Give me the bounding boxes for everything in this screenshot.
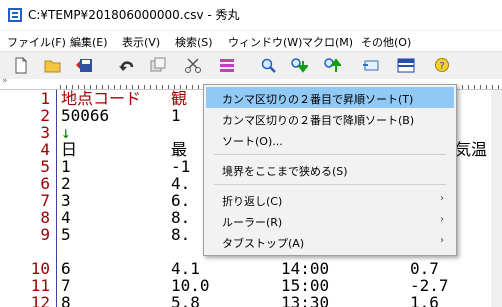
cell-col2: 8. (171, 225, 191, 244)
menu-item-label: ソート(O)... (222, 135, 283, 148)
editor-line: 12 8 5.8 13:30 1.6 (0, 294, 502, 307)
menu-file[interactable]: ファイル(F) (7, 34, 66, 50)
cell-col1: 2 (61, 174, 71, 193)
line-number: 2 (40, 106, 50, 125)
window-title: C:¥TEMP¥201806000000.csv - 秀丸 (28, 8, 240, 22)
cell-col1: 1 (61, 157, 71, 176)
menu-item-tabstop[interactable]: タブストップ(A) › (206, 231, 454, 252)
search-up-icon[interactable] (322, 56, 342, 75)
cell-col2: 4.1 (171, 259, 200, 278)
cell-col3: 15:00 (281, 276, 330, 295)
title-bar: C:¥TEMP¥201806000000.csv - 秀丸 (0, 0, 502, 31)
menu-separator (214, 154, 446, 155)
menu-item-narrow-boundary[interactable]: 境界をここまで狭める(S) (206, 159, 454, 180)
cell-col4: 0.7 (410, 259, 439, 278)
cell-col2: 6. (171, 191, 191, 210)
menu-item-label: タブストップ(A) (222, 237, 305, 250)
menu-window[interactable]: ウィンドウ(W) (228, 34, 302, 50)
cell-col2: 8. (171, 208, 191, 227)
ruler-collapse-mark: » (2, 76, 8, 86)
cell-col2: 1 (171, 106, 181, 125)
line-number: 9 (40, 225, 50, 244)
line-number: 11 (30, 276, 50, 295)
menu-item-label: 折り返し(C) (222, 195, 283, 208)
menu-item-sort-ascending[interactable]: カンマ区切りの２番目で昇順ソート(T) (206, 87, 454, 108)
split-window-icon[interactable] (396, 56, 416, 75)
cell-col1: 6 (61, 259, 71, 278)
menu-item-label: 境界をここまで狭める(S) (222, 165, 348, 178)
menu-item-sort[interactable]: ソート(O)... (206, 129, 454, 150)
cell-col1: 5 (61, 225, 71, 244)
context-menu: カンマ区切りの２番目で昇順ソート(T) カンマ区切りの２番目で降順ソート(B) … (203, 84, 457, 256)
cell-col1: 8 (61, 293, 71, 307)
cell-col2: 4. (171, 174, 191, 193)
search-icon[interactable] (259, 56, 279, 75)
cell-col4: 1.6 (410, 293, 439, 307)
cell-col2: 10.0 (171, 276, 210, 295)
submenu-arrow-icon: › (440, 235, 444, 246)
menu-other[interactable]: その他(O) (361, 34, 411, 50)
cell-col1: 50066 (61, 106, 110, 125)
editor-line: 10 6 4.1 14:00 0.7 (0, 260, 502, 277)
line-number: 12 (30, 293, 50, 307)
cut-icon[interactable] (183, 56, 203, 75)
cell-col1: 地点コード (61, 90, 142, 108)
line-number: 5 (40, 157, 50, 176)
hidemaru-app-icon (8, 8, 22, 22)
menu-view[interactable]: 表示(V) (122, 34, 160, 50)
line-number: 4 (40, 140, 50, 159)
cell-col3: 14:00 (281, 259, 330, 278)
submenu-arrow-icon: › (440, 193, 444, 204)
cell-col2: -1 (171, 157, 191, 176)
menu-separator (214, 184, 446, 185)
line-number: 7 (40, 191, 50, 210)
cell-col3: 13:30 (281, 293, 330, 307)
toolbar: ? (0, 51, 502, 80)
open-folder-icon[interactable] (43, 56, 63, 75)
newline-mark: ↓ (61, 123, 71, 142)
line-number: 10 (30, 259, 50, 278)
cell-col1: 3 (61, 191, 71, 210)
line-number: 3 (40, 123, 50, 142)
copy-icon[interactable] (148, 56, 168, 75)
menu-item-label: カンマ区切りの２番目で昇順ソート(T) (222, 93, 414, 106)
svg-text:?: ? (439, 61, 444, 72)
editor-line: 11 7 10.0 15:00 -2.7 (0, 277, 502, 294)
save-icon[interactable] (74, 56, 94, 75)
menu-bar: ファイル(F) 編集(E) 表示(V) 検索(S) ウィンドウ(W) マクロ(M… (0, 31, 502, 51)
vertical-scrollbar[interactable] (491, 90, 502, 307)
switch-window-icon[interactable] (361, 56, 381, 75)
menu-item-sort-descending[interactable]: カンマ区切りの２番目で降順ソート(B) (206, 108, 454, 129)
menu-edit[interactable]: 編集(E) (70, 34, 108, 50)
menu-item-label: ルーラー(R) (222, 216, 283, 229)
cell-col2: 観 (171, 90, 188, 108)
cell-col2: 最 (171, 140, 188, 159)
menu-search[interactable]: 検索(S) (175, 34, 213, 50)
menu-item-ruler[interactable]: ルーラー(R) › (206, 210, 454, 231)
cell-col2: 5.8 (171, 293, 200, 307)
line-number: 6 (40, 174, 50, 193)
line-number: 8 (40, 208, 50, 227)
paste-icon[interactable] (217, 56, 237, 75)
cell-col1: 日 (61, 140, 78, 159)
undo-icon[interactable] (117, 56, 137, 75)
cell-col1: 4 (61, 208, 71, 227)
cell-col4: -2.7 (410, 276, 449, 295)
menu-item-wrap[interactable]: 折り返し(C) › (206, 189, 454, 210)
cell-col4: 気温 (455, 140, 488, 159)
cell-col1: 7 (61, 276, 71, 295)
line-number: 1 (40, 90, 50, 108)
menu-macro[interactable]: マクロ(M) (302, 34, 353, 50)
menu-item-label: カンマ区切りの２番目で降順ソート(B) (222, 114, 415, 127)
help-icon[interactable]: ? (432, 56, 452, 75)
submenu-arrow-icon: › (440, 214, 444, 225)
new-file-icon[interactable] (11, 56, 31, 75)
search-down-icon[interactable] (289, 56, 309, 75)
